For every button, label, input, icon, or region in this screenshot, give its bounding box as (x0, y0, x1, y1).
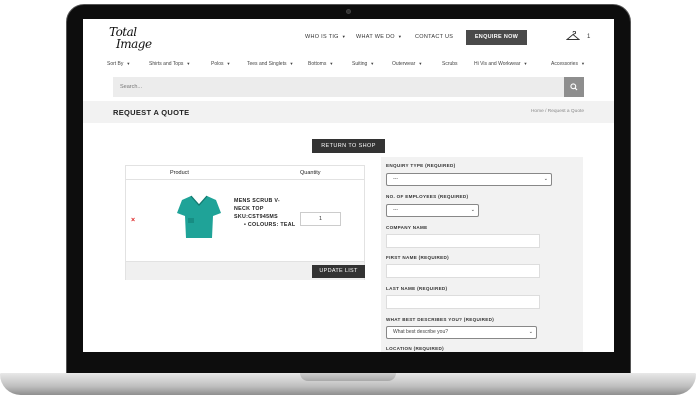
select-value: --- (393, 176, 398, 182)
search-bar (113, 77, 584, 97)
cat-sort-by[interactable]: Sort By ▼ (107, 61, 130, 67)
nav-who-is-tig[interactable]: WHO IS TIG ▼ (305, 34, 346, 40)
remove-item-icon[interactable]: × (131, 217, 135, 224)
chevron-down-icon: ▼ (397, 34, 403, 39)
employees-label: NO. OF EMPLOYEES (REQUIRED) (386, 194, 469, 199)
cat-shirts-tops[interactable]: Shirts and Tops ▼ (149, 61, 190, 67)
chevron-down-icon: ▼ (329, 61, 334, 66)
cat-label: Polos (211, 61, 224, 67)
select-value: What best describe you? (393, 329, 449, 335)
cat-tees-singlets[interactable]: Tees and Singlets ▼ (247, 61, 293, 67)
chevron-down-icon: ▼ (289, 61, 294, 66)
location-label: LOCATION (REQUIRED) (386, 346, 444, 351)
quote-list-header: Product Quantity (126, 166, 364, 180)
cat-label: Sort By (107, 61, 124, 67)
camera-icon (346, 9, 351, 14)
cat-suiting[interactable]: Suiting ▼ (352, 61, 374, 67)
quote-form: ENQUIRY TYPE (REQUIRED) --- ⌄ NO. OF EMP… (381, 157, 583, 352)
cat-label: Suiting (352, 61, 368, 67)
chevron-down-icon: ▼ (341, 34, 347, 39)
page-title-bar: REQUEST A QUOTE Home / Request a Quote (83, 101, 614, 123)
laptop-notch (300, 373, 396, 381)
describes-select[interactable]: What best describe you? ⌄ (386, 326, 537, 339)
nav-label: CONTACT US (415, 34, 454, 40)
search-input[interactable] (113, 77, 564, 97)
cat-scrubs[interactable]: Scrubs (442, 61, 458, 67)
page-title: REQUEST A QUOTE (113, 108, 190, 117)
update-list-button[interactable]: UPDATE LIST (312, 265, 365, 278)
return-to-shop-button[interactable]: RETURN TO SHOP (312, 139, 385, 153)
site-logo[interactable]: Total Image (107, 25, 155, 51)
chevron-down-icon: ▼ (580, 61, 585, 66)
browser-screen: Total Image WHO IS TIG ▼ WHAT WE DO ▼ CONT… (83, 19, 614, 352)
category-bar: Sort By ▼ Shirts and Tops ▼ Polos ▼ Tees an… (83, 57, 614, 73)
search-icon (570, 83, 578, 91)
chevron-down-icon: ▼ (126, 61, 131, 66)
cat-label: Hi Vis and Workwear (474, 61, 521, 67)
laptop-frame: Total Image WHO IS TIG ▼ WHAT WE DO ▼ CONT… (0, 0, 696, 400)
cat-accessories[interactable]: Accessories ▼ (551, 61, 585, 67)
employees-select[interactable]: --- ⌄ (386, 204, 479, 217)
cat-hi-vis-workwear[interactable]: Hi Vis and Workwear ▼ (474, 61, 527, 67)
col-quantity: Quantity (300, 170, 321, 176)
quote-list: Product Quantity × MENS SCRUB V-NECK TOP… (125, 165, 365, 280)
chevron-down-icon: ▼ (226, 61, 231, 66)
cat-label: Tees and Singlets (247, 61, 287, 67)
last-name-input[interactable] (386, 295, 540, 309)
chevron-down-icon: ⌄ (470, 207, 475, 213)
company-label: COMPANY NAME (386, 225, 428, 230)
enquiry-type-label: ENQUIRY TYPE (REQUIRED) (386, 163, 456, 168)
chevron-down-icon: ▼ (523, 61, 528, 66)
nav-label: WHO IS TIG (305, 34, 339, 40)
product-name[interactable]: MENS SCRUB V-NECK TOP SKU:CST945MS (234, 197, 294, 221)
cat-label: Shirts and Tops (149, 61, 184, 67)
chevron-down-icon: ⌄ (543, 176, 548, 182)
col-product: Product (170, 170, 189, 176)
chevron-down-icon: ⌄ (528, 329, 533, 335)
search-button[interactable] (564, 77, 584, 97)
select-value: --- (393, 207, 398, 213)
product-image[interactable] (176, 193, 222, 241)
breadcrumb[interactable]: Home / Request a Quote (531, 109, 584, 114)
quote-list-footer: UPDATE LIST (126, 261, 365, 280)
nav-contact-us[interactable]: CONTACT US (415, 34, 453, 40)
cat-label: Bottoms (308, 61, 327, 67)
company-name-input[interactable] (386, 234, 540, 248)
describes-label: WHAT BEST DESCRIBES YOU? (REQUIRED) (386, 317, 495, 322)
cat-outerwear[interactable]: Outerwear ▼ (392, 61, 422, 67)
nav-label: WHAT WE DO (356, 34, 395, 40)
cart-count: 1 (587, 34, 591, 40)
first-name-label: FIRST NAME (REQUIRED) (386, 255, 449, 260)
chevron-down-icon: ▼ (186, 61, 191, 66)
cat-label: Accessories (551, 61, 578, 67)
cat-label: Outerwear (392, 61, 416, 67)
chevron-down-icon: ▼ (370, 61, 375, 66)
nav-what-we-do[interactable]: WHAT WE DO ▼ (356, 34, 402, 40)
quantity-input[interactable]: 1 (300, 212, 341, 226)
chevron-down-icon: ▼ (418, 61, 423, 66)
logo-line2: Image (116, 37, 152, 51)
cat-bottoms[interactable]: Bottoms ▼ (308, 61, 333, 67)
site-header: Total Image WHO IS TIG ▼ WHAT WE DO ▼ CONT… (83, 19, 614, 57)
first-name-input[interactable] (386, 264, 540, 278)
cat-polos[interactable]: Polos ▼ (211, 61, 230, 67)
cat-label: Scrubs (442, 61, 458, 67)
hanger-icon[interactable] (566, 31, 580, 41)
product-attribute: • COLOURS: TEAL (244, 222, 296, 228)
enquire-now-button[interactable]: ENQUIRE NOW (466, 30, 527, 45)
last-name-label: LAST NAME (REQUIRED) (386, 286, 448, 291)
enquiry-type-select[interactable]: --- ⌄ (386, 173, 552, 186)
